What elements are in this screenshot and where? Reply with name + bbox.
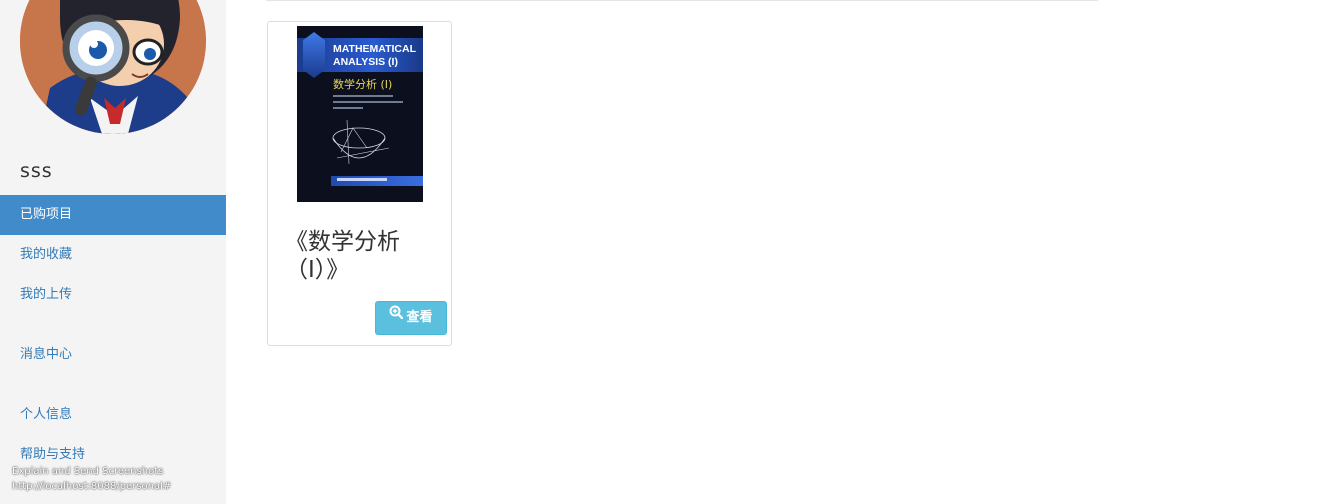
cover-author-lines: [333, 93, 403, 109]
project-card: MATHEMATICAL ANALYSIS (I) 数学分析 (I) 《数学分析…: [267, 21, 452, 346]
sidebar: sss 已购项目 我的收藏 我的上传 消息中心 个人信息 帮助与支持: [0, 0, 226, 504]
book-title[interactable]: 《数学分析（I）》: [285, 228, 435, 284]
username: sss: [20, 160, 53, 182]
cover-graph-illustration: [332, 119, 390, 165]
sidebar-item-messages[interactable]: 消息中心: [0, 335, 226, 375]
overlay-line-1: Explain and Send Screenshots: [12, 466, 164, 477]
view-button[interactable]: 查看: [375, 301, 447, 335]
cover-band-emblem: [303, 32, 325, 78]
overlay-url: http://localhost:8088/personal#: [12, 481, 172, 492]
zoom-in-icon: [389, 300, 404, 332]
view-button-label: 查看: [406, 310, 433, 325]
sidebar-item-uploads[interactable]: 我的上传: [0, 275, 226, 315]
divider: [266, 0, 1098, 1]
book-cover-image[interactable]: MATHEMATICAL ANALYSIS (I) 数学分析 (I): [297, 26, 423, 202]
screenshot-overlay: Explain and Send Screenshots http://loca…: [12, 464, 171, 494]
sidebar-item-favorites[interactable]: 我的收藏: [0, 235, 226, 275]
sidebar-item-purchased[interactable]: 已购项目: [0, 195, 226, 235]
cover-publisher-band: [331, 176, 423, 186]
cover-title-en: MATHEMATICAL ANALYSIS (I): [333, 43, 416, 68]
cover-title-cn: 数学分析 (I): [333, 78, 393, 91]
avatar: [20, 0, 206, 134]
sidebar-item-profile[interactable]: 个人信息: [0, 395, 226, 435]
